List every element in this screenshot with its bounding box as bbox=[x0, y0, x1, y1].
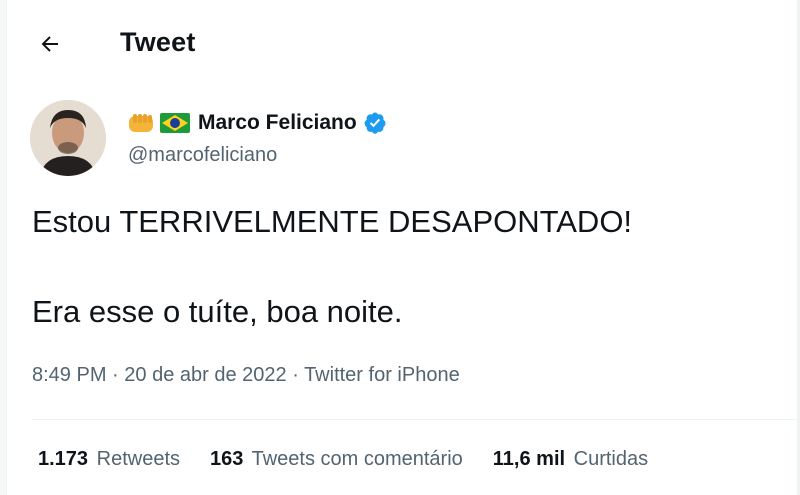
likes-count: 11,6 mil bbox=[492, 448, 566, 470]
back-button[interactable] bbox=[30, 24, 70, 64]
retweets-stat[interactable]: 1.173 Retweets bbox=[38, 448, 180, 471]
arrow-left-icon bbox=[41, 36, 58, 52]
tweet-text-gap bbox=[32, 244, 772, 290]
likes-stat[interactable]: 11,6 mil Curtidas bbox=[493, 448, 648, 471]
fist-emoji-icon bbox=[129, 114, 153, 132]
quote-tweets-count: 163 bbox=[210, 448, 244, 470]
avatar[interactable] bbox=[30, 100, 106, 176]
tweet-time[interactable]: 8:49 PM bbox=[32, 364, 106, 386]
tweet-text: Estou TERRIVELMENTE DESAPONTADO! Era ess… bbox=[32, 200, 772, 334]
name-row[interactable]: Marco Feliciano bbox=[128, 108, 387, 138]
verified-badge-icon bbox=[364, 112, 386, 134]
retweets-count: 1.173 bbox=[38, 448, 89, 470]
meta-separator: · bbox=[286, 364, 305, 386]
quote-tweets-stat[interactable]: 163 Tweets com comentário bbox=[210, 448, 463, 471]
tweet-author: Marco Feliciano @marcofeliciano bbox=[30, 100, 770, 180]
display-name: Marco Feliciano bbox=[198, 111, 357, 134]
author-names: Marco Feliciano @marcofeliciano bbox=[128, 108, 387, 167]
tweet-text-line-1: Estou TERRIVELMENTE DESAPONTADO! bbox=[32, 204, 633, 239]
author-handle[interactable]: @marcofeliciano bbox=[128, 144, 387, 167]
quote-tweets-label: Tweets com comentário bbox=[251, 448, 463, 470]
tweet-text-line-2: Era esse o tuíte, boa noite. bbox=[32, 294, 403, 329]
retweets-label: Retweets bbox=[96, 448, 180, 470]
page-title: Tweet bbox=[120, 27, 196, 57]
meta-separator: · bbox=[106, 364, 125, 386]
tweet-source[interactable]: Twitter for iPhone bbox=[304, 364, 460, 386]
divider bbox=[32, 419, 800, 420]
likes-label: Curtidas bbox=[573, 448, 649, 470]
tweet-date[interactable]: 20 de abr de 2022 bbox=[124, 364, 286, 386]
brazil-flag-icon bbox=[160, 113, 190, 133]
tweet-meta: 8:49 PM · 20 de abr de 2022 · Twitter fo… bbox=[32, 364, 460, 387]
tweet-header: Tweet bbox=[0, 0, 800, 86]
tweet-stats: 1.173 Retweets 163 Tweets com comentário… bbox=[38, 448, 678, 471]
